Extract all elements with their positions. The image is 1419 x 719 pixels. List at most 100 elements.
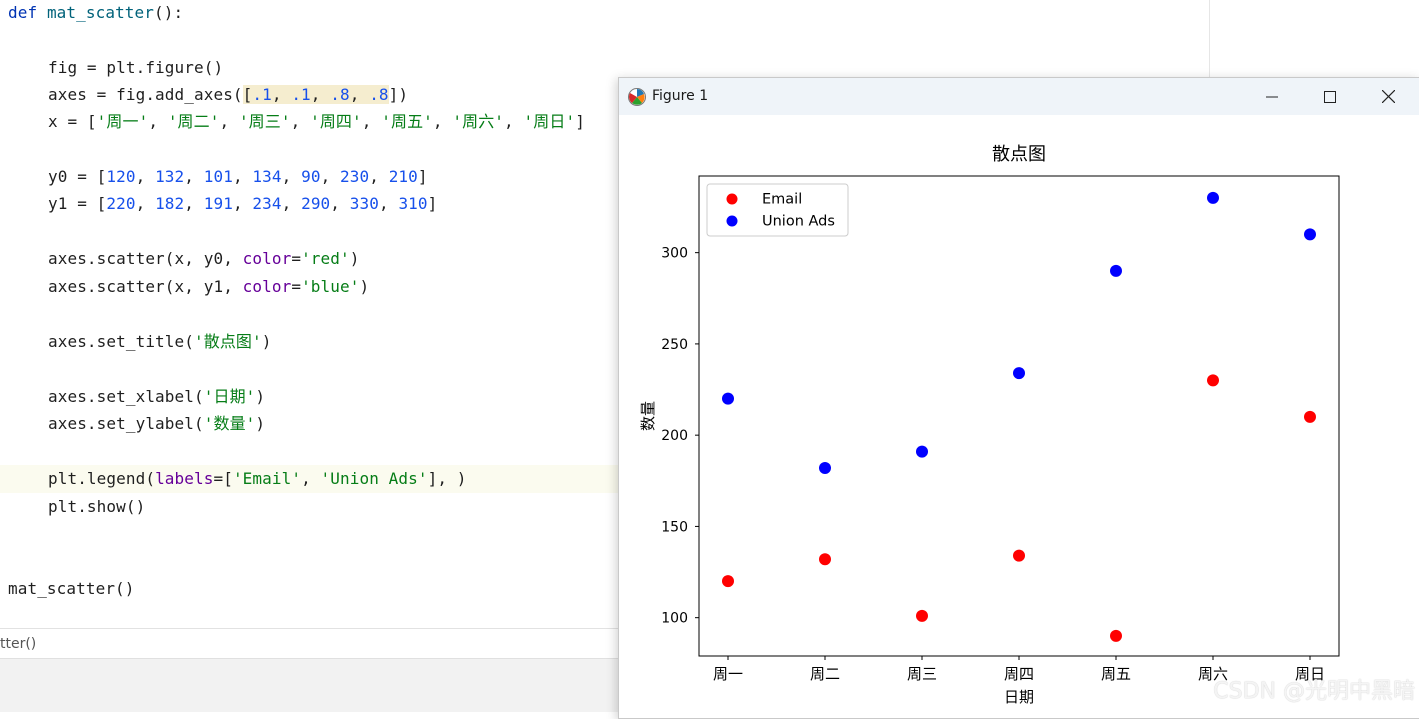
- figure-window[interactable]: Figure 1 散点图 周一 周二 周三 周四 周五 周六 周日 100 150 200 250…: [618, 77, 1419, 719]
- number-literal: 191: [203, 194, 233, 213]
- chart-title: 散点图: [992, 144, 1046, 165]
- window-title: Figure 1: [652, 88, 709, 104]
- data-point-union-ads: [722, 392, 734, 405]
- code-line-y0[interactable]: y0 = [120, 132, 101, 134, 90, 230, 210]: [48, 163, 428, 190]
- number-literal: 330: [349, 194, 379, 213]
- code-line-set-title[interactable]: axes.set_title('散点图'): [48, 328, 272, 355]
- number-literal: 290: [301, 194, 331, 213]
- string-literal: '日期': [203, 387, 256, 406]
- keyword-argument: color: [242, 249, 292, 268]
- breadcrumb-item[interactable]: tter(): [0, 629, 36, 659]
- data-point-union-ads: [819, 462, 831, 475]
- data-point-union-ads: [1013, 367, 1025, 380]
- code-text: =: [291, 277, 302, 296]
- code-text: ): [398, 85, 409, 104]
- function-name: mat_scatter: [46, 3, 154, 22]
- code-line-fig[interactable]: fig = plt.figure(): [48, 54, 223, 81]
- code-text: ): [261, 332, 272, 351]
- maximize-button[interactable]: [1301, 78, 1359, 115]
- number-literal: 220: [106, 194, 136, 213]
- legend-marker-union-ads: [726, 215, 738, 227]
- y-axis: 100 150 200 250 300: [661, 246, 699, 627]
- close-button[interactable]: [1359, 78, 1417, 115]
- legend-label-union-ads: Union Ads: [762, 214, 835, 230]
- legend-label-email: Email: [762, 192, 802, 208]
- number-literal: .8: [369, 85, 389, 104]
- code-line-show[interactable]: plt.show(): [48, 493, 145, 520]
- code-text: ,: [301, 469, 321, 488]
- number-literal: .8: [330, 85, 350, 104]
- code-text: fig = plt.figure(): [48, 58, 224, 77]
- data-point-union-ads: [1304, 228, 1316, 241]
- string-literal: '散点图': [194, 332, 262, 351]
- legend: Email Union Ads: [706, 183, 849, 237]
- code-line-y1[interactable]: y1 = [220, 182, 191, 234, 290, 330, 310]: [48, 190, 437, 217]
- string-literal: '周四': [310, 112, 362, 131]
- minimize-button[interactable]: [1243, 78, 1301, 115]
- data-point-union-ads: [1110, 264, 1122, 277]
- y-tick-label: 100: [661, 611, 688, 627]
- legend-marker-email: [726, 193, 738, 205]
- data-point-email: [916, 609, 928, 622]
- axes-frame: [698, 175, 1340, 657]
- code-line-call[interactable]: mat_scatter(): [8, 575, 135, 602]
- code-text: axes.set_xlabel(: [48, 387, 204, 406]
- number-literal: 234: [252, 194, 282, 213]
- data-points: [722, 191, 1316, 642]
- code-text: y0 = [: [48, 167, 107, 186]
- code-line-legend[interactable]: plt.legend(labels=['Email', 'Union Ads']…: [48, 465, 467, 492]
- y-tick-label: 250: [661, 337, 688, 353]
- x-tick-label: 周一: [713, 665, 743, 683]
- string-literal: '周五': [381, 112, 433, 131]
- code-line-scatter-y1[interactable]: axes.scatter(x, y1, color='blue'): [48, 273, 369, 300]
- number-literal: 210: [388, 167, 418, 186]
- code-line-set-xlabel[interactable]: axes.set_xlabel('日期'): [48, 383, 265, 410]
- code-text: ): [255, 387, 266, 406]
- code-text: ]: [417, 167, 428, 186]
- code-text: axes.scatter(x, y1,: [48, 277, 243, 296]
- code-text: plt.show(): [48, 497, 146, 516]
- code-text: y1 = [: [48, 194, 107, 213]
- code-text: ]: [388, 85, 399, 104]
- code-text: =: [291, 249, 302, 268]
- y-tick-label: 150: [661, 519, 688, 535]
- string-literal: '数量': [203, 414, 256, 433]
- string-literal: 'Email': [232, 469, 302, 488]
- code-text: ], ): [427, 469, 467, 488]
- code-line-x[interactable]: x = ['周一', '周二', '周三', '周四', '周五', '周六',…: [48, 108, 585, 135]
- code-line-def[interactable]: def mat_scatter():: [8, 0, 183, 26]
- minimize-icon: [1266, 96, 1278, 97]
- x-tick-label: 周二: [810, 665, 840, 683]
- close-icon: [1381, 90, 1395, 103]
- number-literal: 90: [301, 167, 321, 186]
- code-text: ]: [575, 112, 585, 131]
- string-literal: 'red': [301, 249, 350, 268]
- code-text: plt.legend(: [48, 469, 156, 488]
- number-literal: 101: [203, 167, 233, 186]
- code-text: ): [359, 277, 370, 296]
- code-line-scatter-y0[interactable]: axes.scatter(x, y0, color='red'): [48, 245, 359, 272]
- code-text: ():: [154, 3, 184, 22]
- code-text: axes = fig.add_axes(: [48, 85, 243, 104]
- code-text: axes.set_title(: [48, 332, 194, 351]
- scatter-chart: 散点图 周一 周二 周三 周四 周五 周六 周日 100150200250300 日期 数量…: [639, 144, 1340, 706]
- code-line-set-ylabel[interactable]: axes.set_ylabel('数量'): [48, 410, 265, 437]
- data-point-email: [819, 553, 831, 566]
- number-literal: 310: [398, 194, 428, 213]
- string-literal: '周二': [167, 112, 220, 131]
- code-line-axes[interactable]: axes = fig.add_axes([.1, .1, .8, .8]): [48, 81, 408, 108]
- number-literal: 230: [340, 167, 370, 186]
- data-point-email: [1304, 410, 1316, 423]
- y-tick-label: 200: [661, 428, 688, 444]
- keyword-argument: color: [242, 277, 292, 296]
- data-point-email: [1207, 374, 1219, 387]
- keyword-argument: labels: [155, 469, 214, 488]
- string-literal: '周六': [452, 112, 505, 131]
- x-axis-label: 日期: [1004, 688, 1034, 706]
- keyword-def: def: [8, 3, 38, 22]
- data-point-union-ads: [1207, 191, 1219, 204]
- window-titlebar[interactable]: Figure 1: [619, 78, 1419, 115]
- number-literal: 132: [155, 167, 185, 186]
- number-literal: 134: [252, 167, 282, 186]
- string-literal: '周三': [238, 112, 291, 131]
